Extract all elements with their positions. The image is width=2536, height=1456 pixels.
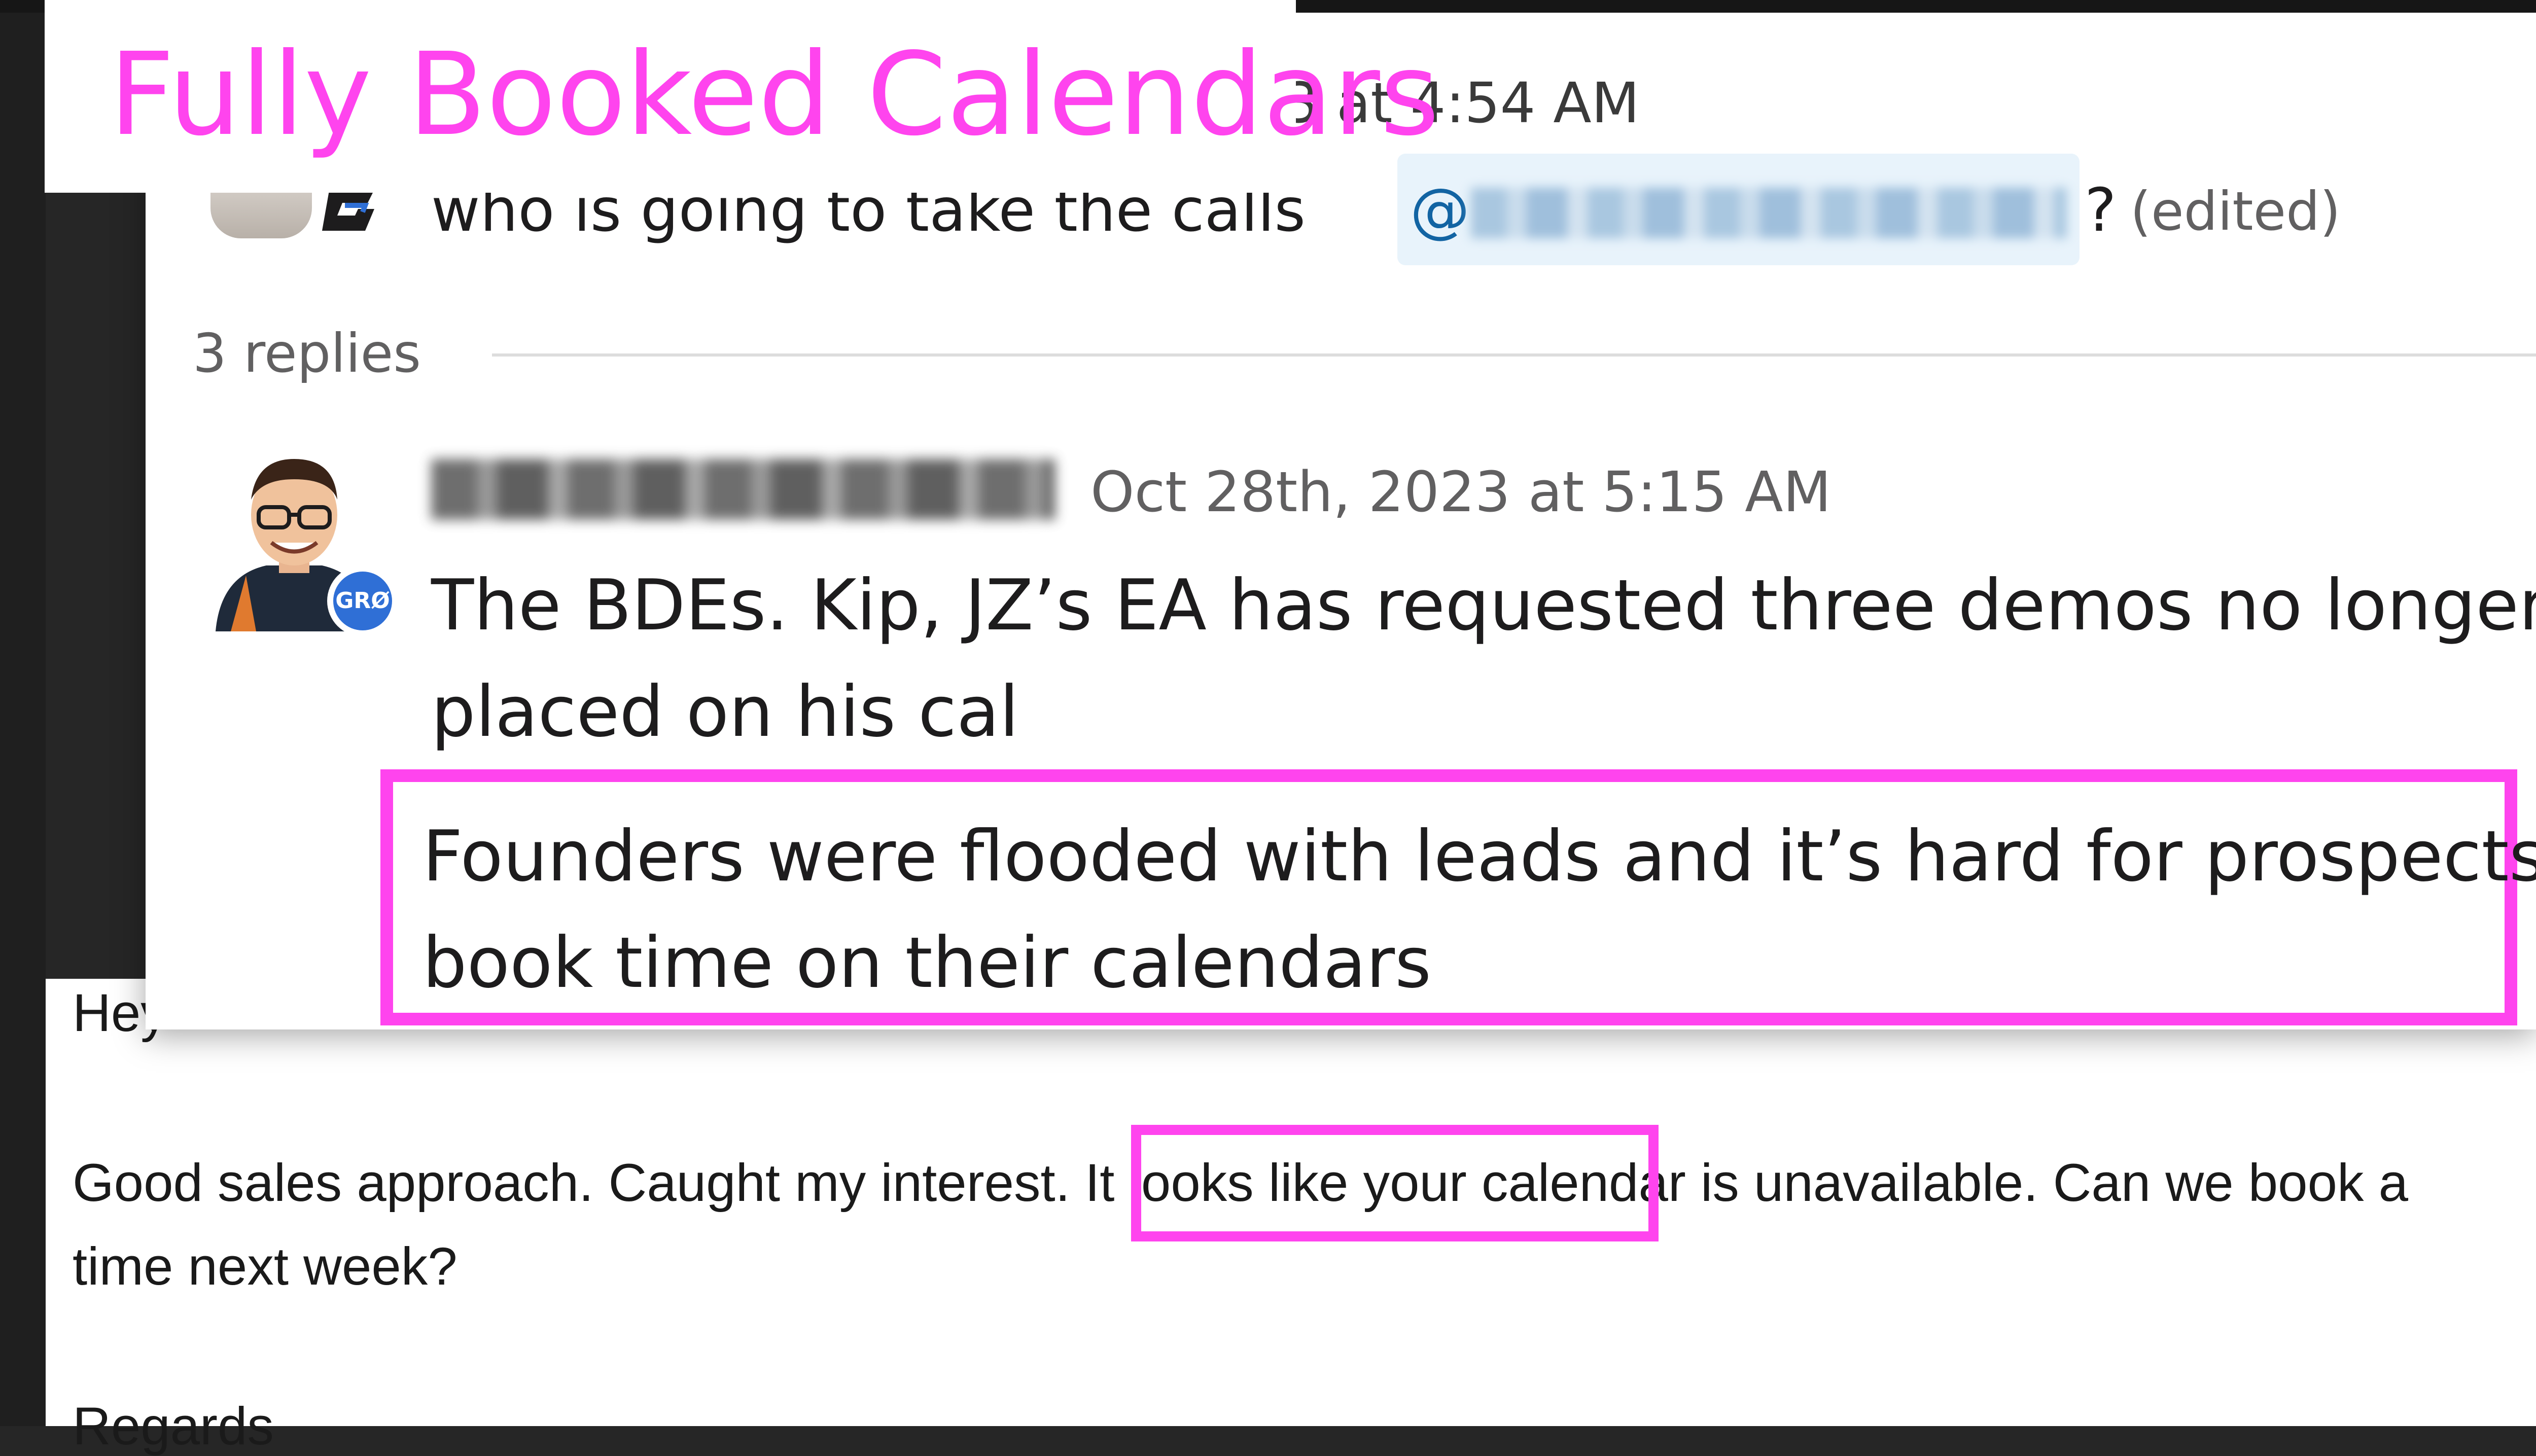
email-line-1-start: Good sales approach. Caught my interest. <box>73 1153 1085 1213</box>
email-line-1-end: Can we book a <box>2038 1153 2409 1213</box>
mention-name-redacted <box>1471 188 2067 238</box>
background-frame <box>0 0 46 1426</box>
reply-text-line-2: placed on his cal <box>431 671 1019 753</box>
mention-at-sign: @ <box>1410 175 1470 245</box>
highlighted-text-line-2: book time on their calendars <box>422 922 1432 1004</box>
sender-name-redacted[interactable] <box>431 459 1055 520</box>
email-line-2: time next week? <box>73 1237 457 1296</box>
email-signoff: Regards <box>73 1397 274 1456</box>
replies-divider <box>492 353 2536 357</box>
email-highlight-box <box>1131 1125 1659 1241</box>
top-message-suffix: ? <box>2085 175 2117 245</box>
reply-timestamp[interactable]: Oct 28th, 2023 at 5:15 AM <box>1090 464 1831 520</box>
reply-text-line-1: The BDEs. Kip, JZ’s EA has requested thr… <box>431 564 2536 646</box>
edited-label: (edited) <box>2130 181 2341 242</box>
highlighted-text-line-1: Founders were flooded with leads and it’… <box>422 815 2536 897</box>
org-badge-icon: GRØ <box>327 565 398 636</box>
page-title: Fully Booked Calendars <box>109 28 1440 161</box>
replies-count[interactable]: 3 replies <box>193 327 421 380</box>
